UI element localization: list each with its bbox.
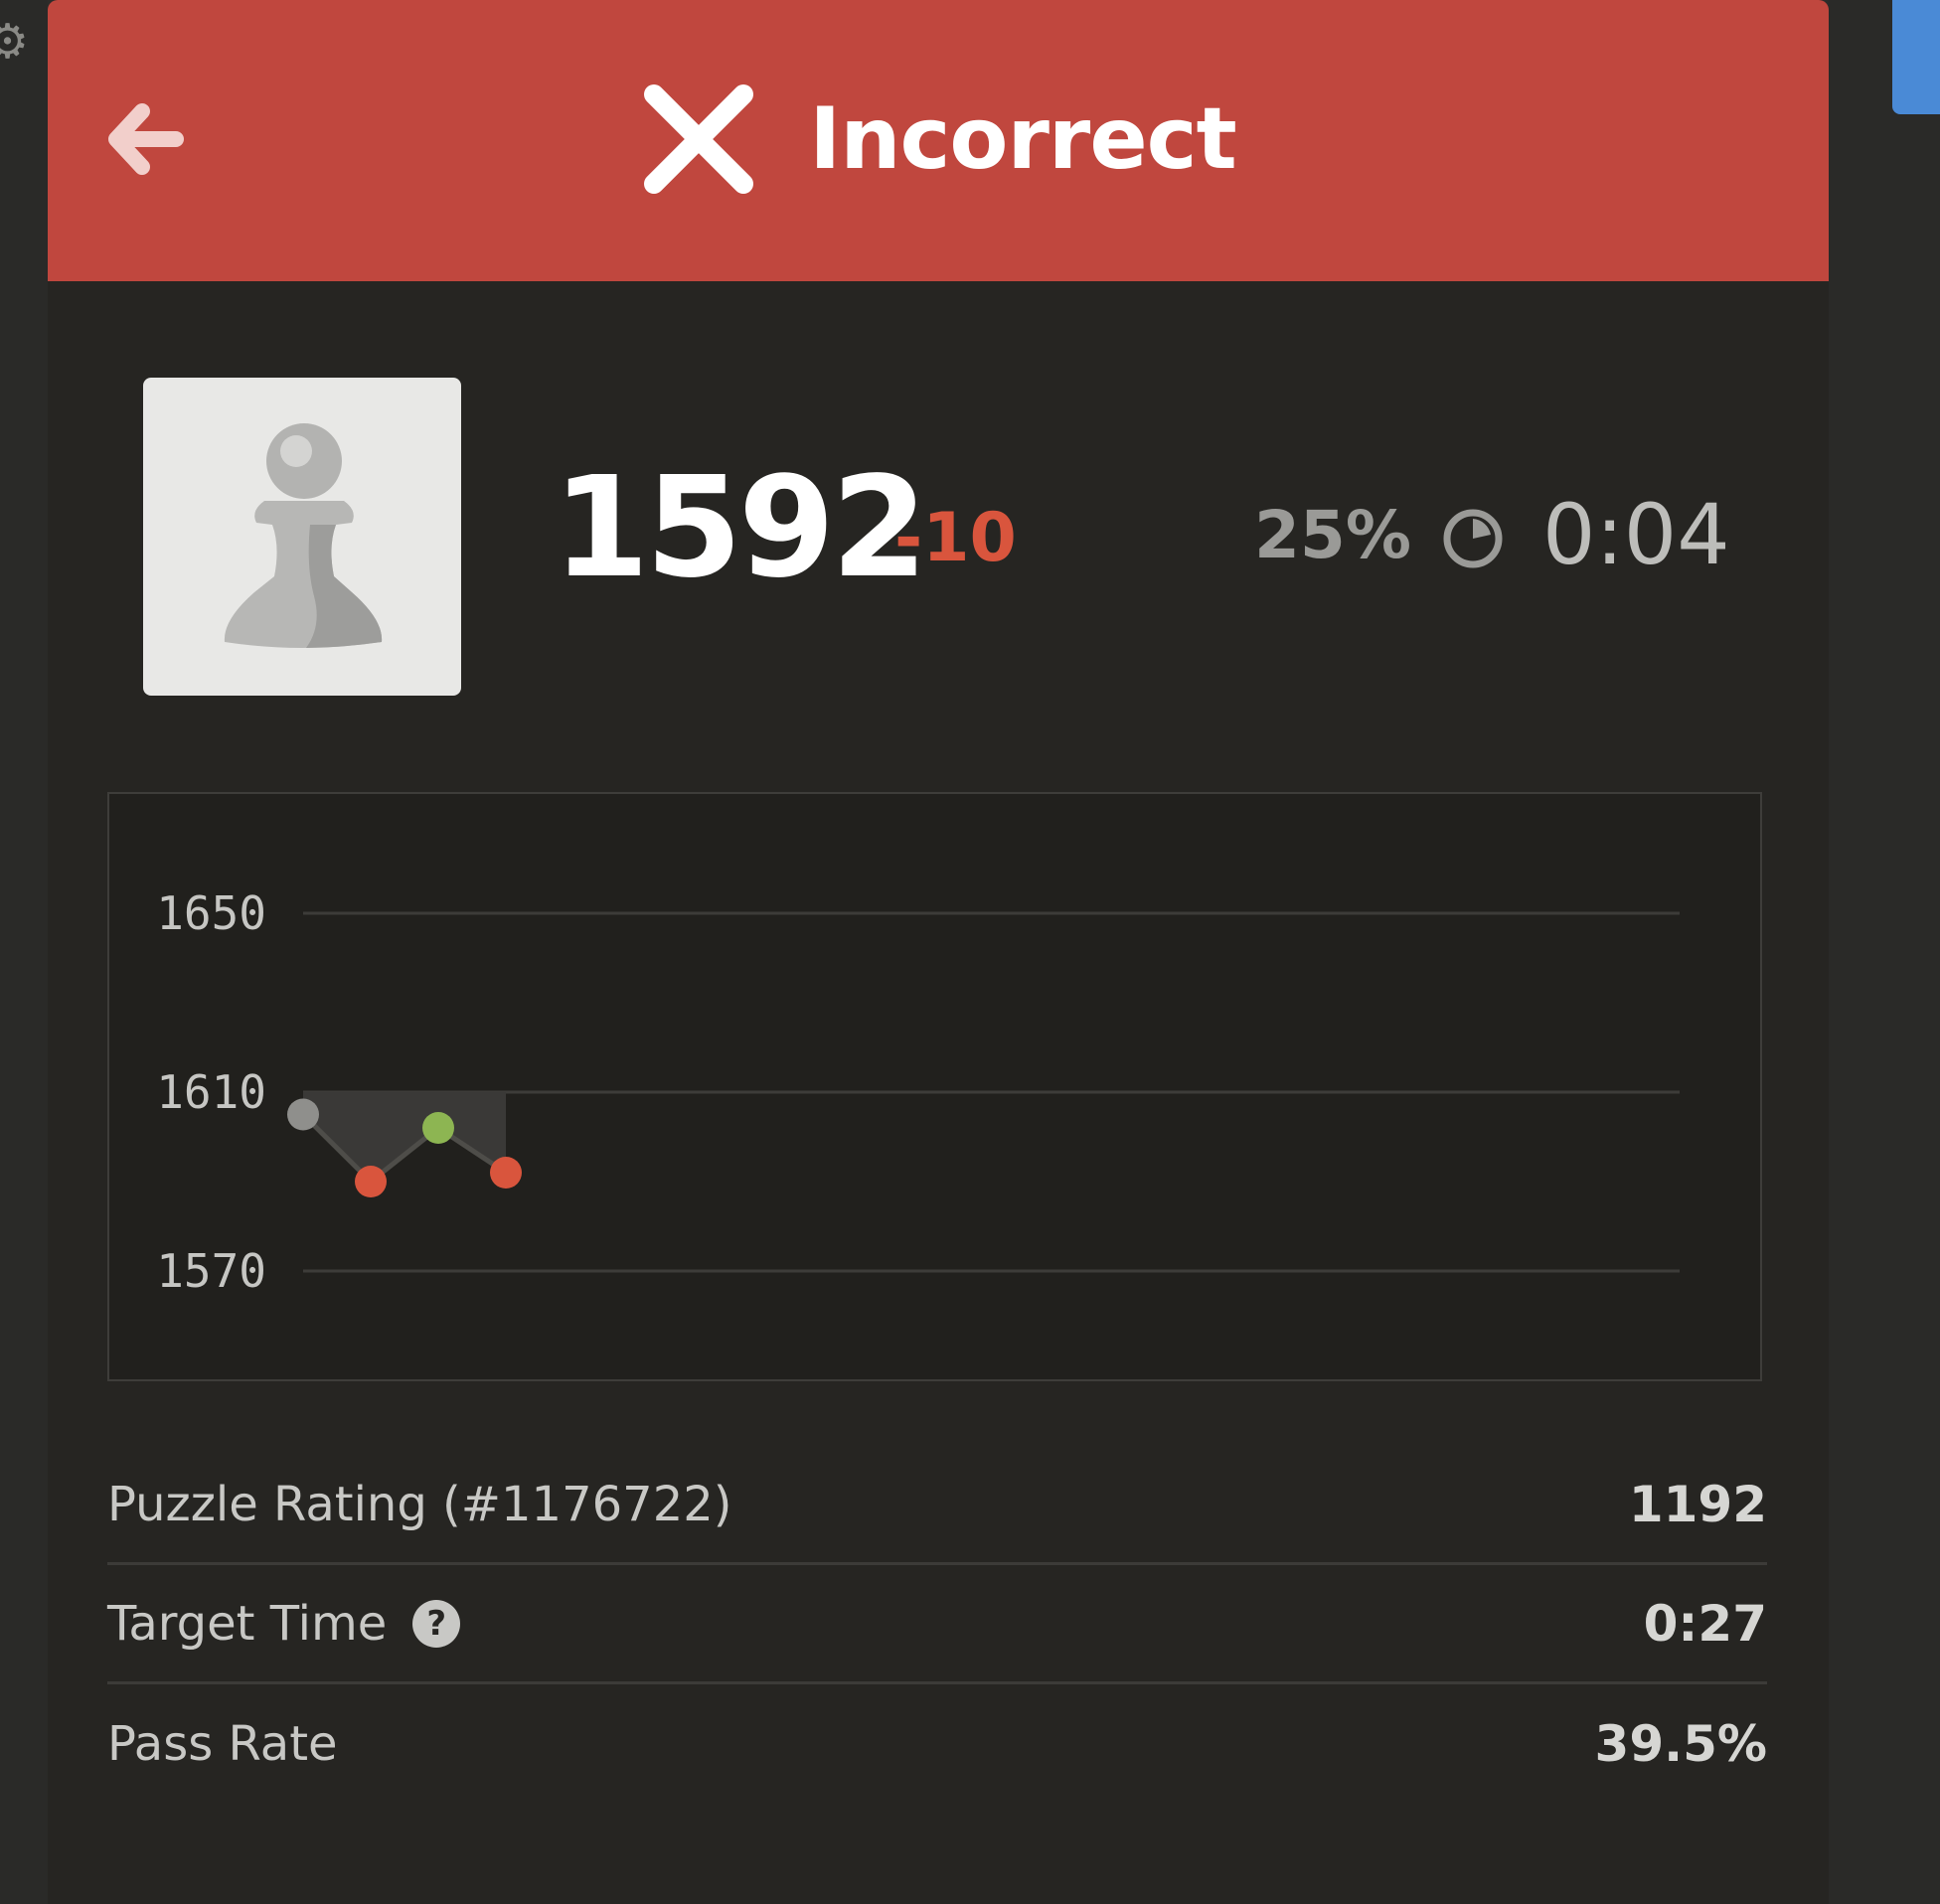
attempt-percent: 25% [1254, 497, 1411, 573]
puzzle-result-panel: Incorrect 1592 -10 25% 0:04 1650 1610 1570… [48, 0, 1829, 1904]
rating-point [355, 1166, 387, 1197]
rating-area [303, 1092, 506, 1182]
pass-rate-label: Pass Rate [107, 1716, 338, 1772]
rating-chart-svg: 1650 1610 1570 [156, 886, 1680, 1298]
pass-rate-value: 39.5% [1594, 1715, 1767, 1773]
x-icon [644, 84, 754, 194]
player-rating: 1592 [553, 447, 928, 609]
left-edge: ⚙ [0, 0, 48, 1904]
info-row-puzzle-rating: Puzzle Rating (#1176722) 1192 [107, 1446, 1767, 1565]
y-tick-label: 1570 [156, 1244, 266, 1298]
info-row-target-time: Target Time ? 0:27 [107, 1565, 1767, 1684]
y-tick-label: 1610 [156, 1065, 266, 1119]
y-tick-label: 1650 [156, 886, 266, 940]
elapsed-time: 0:04 [1542, 486, 1730, 583]
help-icon[interactable]: ? [412, 1599, 461, 1648]
rating-point [422, 1112, 454, 1144]
header-title-group: Incorrect [48, 79, 1829, 199]
target-time-label-group: Target Time ? [107, 1595, 461, 1652]
result-header: Incorrect [48, 0, 1829, 281]
result-title: Incorrect [809, 89, 1237, 189]
timer-icon [1443, 509, 1503, 568]
side-tab[interactable] [1892, 0, 1940, 114]
rating-point [287, 1098, 319, 1131]
target-time-label: Target Time [107, 1595, 388, 1652]
rating-point [490, 1157, 522, 1189]
pawn-icon [143, 378, 461, 696]
right-strip [1829, 0, 1940, 1904]
info-row-pass-rate: Pass Rate 39.5% [107, 1684, 1767, 1804]
puzzle-rating-label: Puzzle Rating (#1176722) [107, 1476, 732, 1532]
gear-icon[interactable]: ⚙ [0, 18, 29, 66]
rating-change: -10 [894, 499, 1017, 577]
puzzle-rating-value: 1192 [1628, 1475, 1767, 1533]
target-time-value: 0:27 [1643, 1594, 1767, 1653]
rating-chart: 1650 1610 1570 [107, 792, 1762, 1381]
